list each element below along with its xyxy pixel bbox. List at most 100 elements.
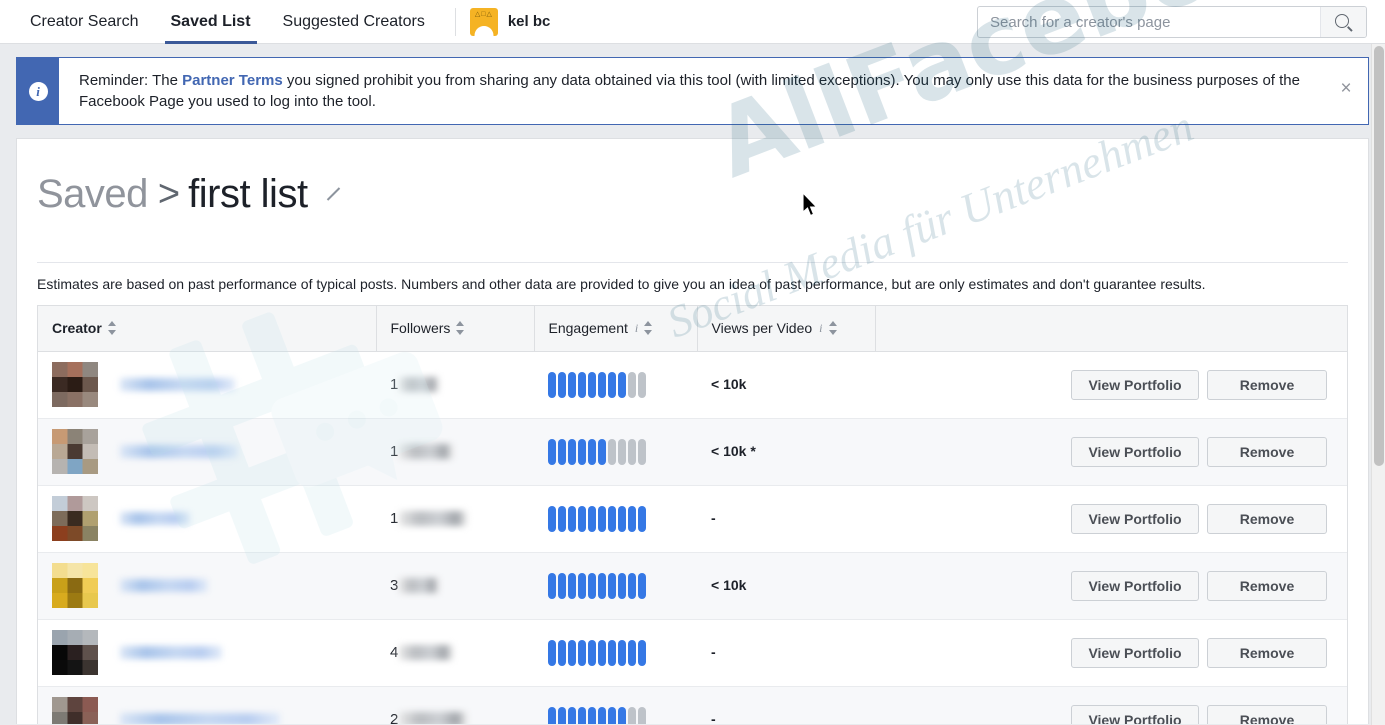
cell-followers: 4	[376, 619, 534, 687]
close-icon[interactable]: ×	[1324, 58, 1368, 124]
cell-views-per-video: -	[697, 619, 875, 687]
engagement-bar-meter	[548, 572, 683, 599]
cell-engagement	[534, 686, 697, 724]
remove-button[interactable]: Remove	[1207, 637, 1327, 668]
table-row: 1 < 10k View Portfolio Remove	[38, 351, 1347, 419]
view-portfolio-button[interactable]: View Portfolio	[1071, 570, 1199, 601]
column-header-views-per-video[interactable]: Views per Video i	[696, 306, 875, 352]
sort-icon[interactable]	[828, 321, 838, 336]
breadcrumb-parent[interactable]: Saved	[37, 172, 148, 217]
cell-views-per-video: < 10k	[697, 552, 875, 620]
engagement-bar-segment	[568, 371, 576, 398]
followers-redacted	[399, 712, 468, 724]
engagement-bar-segment	[608, 639, 616, 666]
followers-redacted	[399, 645, 454, 660]
partner-terms-link[interactable]: Partner Terms	[182, 72, 283, 89]
tab-saved-list[interactable]: Saved List	[155, 0, 267, 44]
creator-avatar	[52, 629, 98, 676]
engagement-bar-segment	[608, 505, 616, 532]
cell-actions: View Portfolio Remove	[875, 552, 1347, 620]
remove-button[interactable]: Remove	[1207, 704, 1327, 724]
banner-text-before: Reminder: The	[79, 72, 183, 89]
engagement-bar-segment	[638, 572, 646, 599]
cell-followers: 1	[376, 351, 534, 419]
cell-actions: View Portfolio Remove	[875, 351, 1347, 419]
view-portfolio-button[interactable]: View Portfolio	[1071, 369, 1199, 400]
engagement-bar-segment	[638, 706, 646, 724]
creator-name-redacted	[120, 713, 280, 724]
remove-button[interactable]: Remove	[1207, 570, 1327, 601]
pencil-icon[interactable]	[324, 186, 342, 204]
engagement-bar-segment	[588, 371, 596, 398]
remove-button[interactable]: Remove	[1207, 436, 1327, 467]
view-portfolio-button[interactable]: View Portfolio	[1071, 503, 1199, 534]
table-header: Creator Followers Engagement i Views per…	[38, 306, 1347, 352]
engagement-bar-segment	[608, 572, 616, 599]
search-button[interactable]	[1320, 7, 1366, 37]
page-scrollbar[interactable]	[1371, 44, 1385, 725]
sort-icon[interactable]	[644, 321, 653, 336]
creator-avatar	[52, 495, 98, 542]
cell-engagement	[534, 418, 697, 486]
engagement-bar-segment	[628, 572, 636, 599]
tab-creator-search[interactable]: Creator Search	[14, 0, 155, 44]
engagement-bar-meter	[548, 438, 683, 465]
engagement-bar-segment	[548, 438, 556, 465]
cell-actions: View Portfolio Remove	[875, 485, 1347, 553]
tab-saved-list-label: Saved List	[170, 12, 251, 30]
column-header-followers[interactable]: Followers	[375, 306, 534, 352]
column-header-creator-label: Creator	[52, 320, 102, 337]
engagement-bar-segment	[618, 706, 626, 724]
top-navigation-bar: Creator Search Saved List Suggested Crea…	[0, 0, 1385, 44]
search-input[interactable]	[978, 7, 1320, 37]
info-icon[interactable]: i	[635, 321, 638, 336]
column-header-creator[interactable]: Creator	[38, 306, 376, 352]
page-scrollbar-thumb[interactable]	[1374, 46, 1384, 466]
creator-name-redacted	[120, 378, 235, 391]
cell-creator	[38, 686, 376, 724]
table-row: 4 - View Portfolio Remove	[38, 619, 1347, 687]
followers-redacted	[399, 578, 440, 593]
engagement-bar-segment	[628, 371, 636, 398]
tab-creator-search-label: Creator Search	[30, 12, 139, 30]
cell-creator	[38, 552, 376, 620]
engagement-bar-segment	[548, 572, 556, 599]
cell-creator	[38, 351, 376, 419]
engagement-bar-segment	[568, 438, 576, 465]
info-icon[interactable]: i	[819, 321, 822, 336]
engagement-bar-segment	[618, 639, 626, 666]
cell-engagement	[534, 552, 697, 620]
cell-creator	[38, 418, 376, 486]
engagement-bar-segment	[628, 505, 636, 532]
column-header-followers-label: Followers	[390, 320, 451, 337]
cell-views-per-video: < 10k *	[697, 418, 875, 486]
engagement-bar-segment	[638, 639, 646, 666]
engagement-bar-segment	[588, 505, 596, 532]
user-account-chip[interactable]: △□△ kel bc	[469, 7, 550, 36]
sort-icon[interactable]	[456, 321, 465, 336]
sort-icon[interactable]	[107, 321, 117, 336]
engagement-bar-segment	[578, 572, 586, 599]
engagement-bar-segment	[608, 706, 616, 724]
nav-divider	[454, 7, 456, 36]
remove-button[interactable]: Remove	[1207, 369, 1327, 400]
remove-button[interactable]: Remove	[1207, 503, 1327, 534]
column-header-engagement[interactable]: Engagement i	[533, 306, 697, 352]
cell-followers: 3	[376, 552, 534, 620]
view-portfolio-button[interactable]: View Portfolio	[1071, 637, 1199, 668]
tab-suggested-creators[interactable]: Suggested Creators	[267, 0, 441, 44]
engagement-bar-segment	[568, 505, 576, 532]
engagement-bar-segment	[558, 438, 566, 465]
creator-avatar	[52, 361, 98, 408]
breadcrumb-separator: >	[157, 173, 181, 215]
view-portfolio-button[interactable]: View Portfolio	[1071, 704, 1199, 724]
engagement-bar-segment	[618, 572, 626, 599]
engagement-bar-segment	[638, 371, 646, 398]
cell-actions: View Portfolio Remove	[875, 418, 1347, 486]
view-portfolio-button[interactable]: View Portfolio	[1071, 436, 1199, 467]
info-icon: i	[28, 81, 48, 101]
column-header-engagement-label: Engagement	[548, 320, 628, 337]
followers-visible-digits: 3	[390, 577, 399, 594]
followers-visible-digits: 1	[390, 376, 399, 393]
engagement-bar-segment	[568, 706, 576, 724]
